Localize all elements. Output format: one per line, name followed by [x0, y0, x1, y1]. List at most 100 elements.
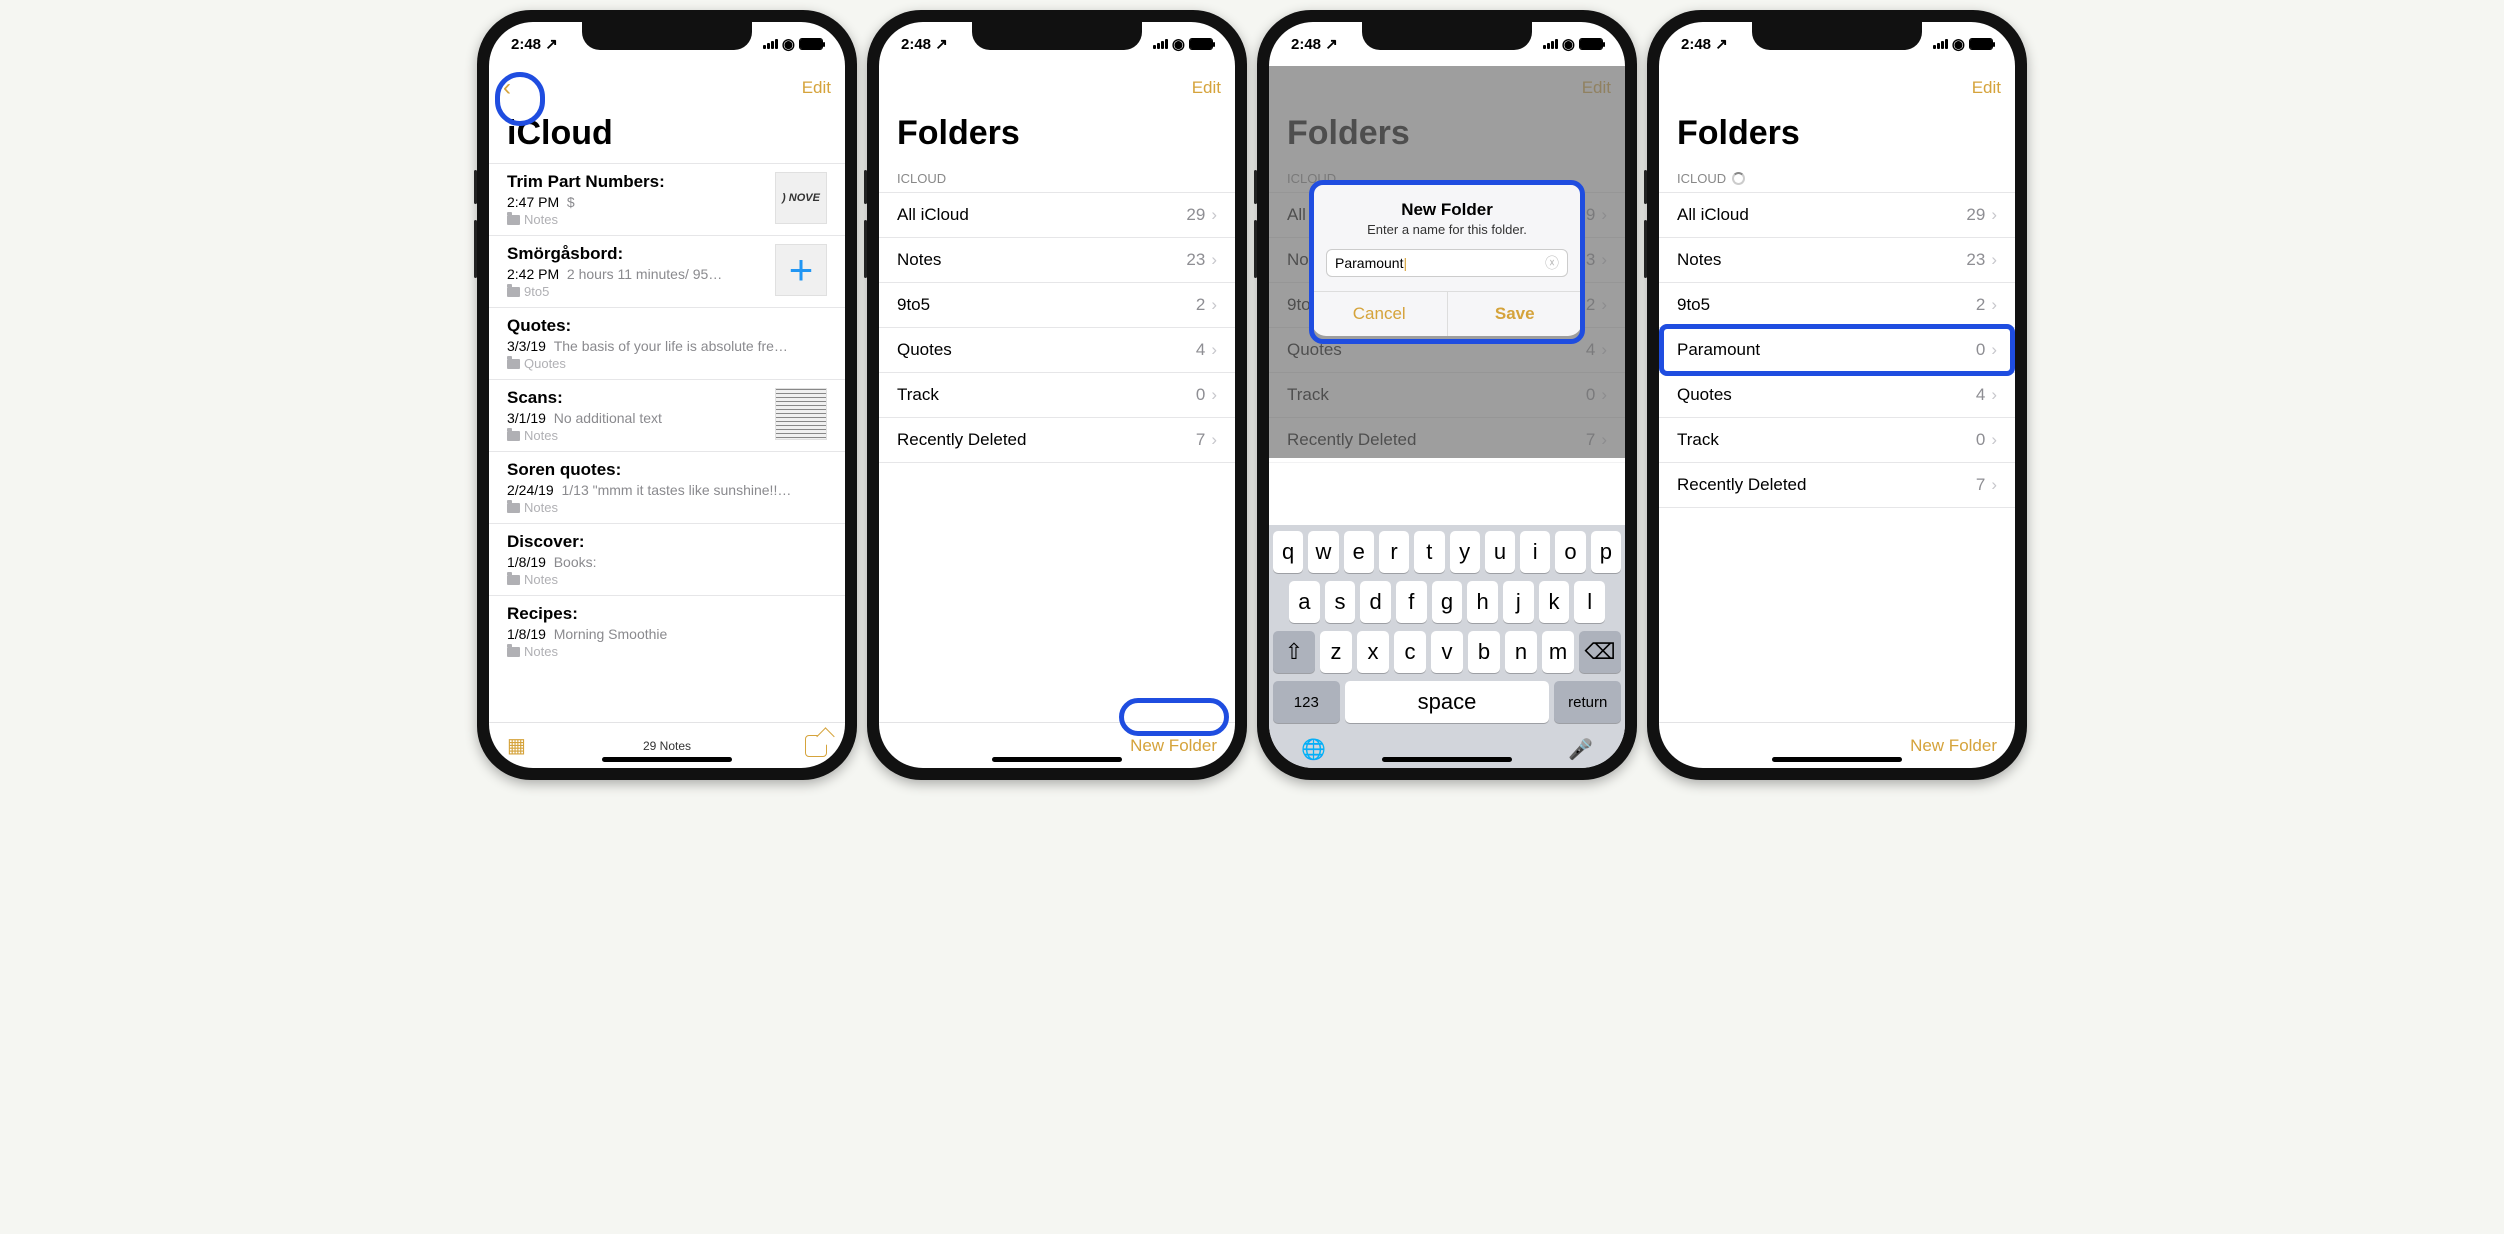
key-shift[interactable]: ⇧	[1273, 631, 1315, 673]
folder-list[interactable]: All iCloud29›Notes23›9to52› Quotes 4 › Track…	[879, 192, 1235, 722]
home-indicator[interactable]	[1382, 757, 1512, 762]
key-return[interactable]: return	[1554, 681, 1621, 723]
folder-icon	[507, 647, 520, 657]
folder-row[interactable]: 9to52›	[1659, 282, 2015, 327]
edit-button[interactable]: Edit	[1972, 78, 2001, 98]
key-n[interactable]: n	[1505, 631, 1537, 673]
key-i[interactable]: i	[1520, 531, 1550, 573]
folder-row[interactable]: Recently Deleted7›	[1659, 462, 2015, 508]
wifi-icon: ◉	[1562, 35, 1575, 53]
note-item[interactable]: Soren quotes:2/24/19 1/13 "mmm it tastes…	[489, 451, 845, 523]
wifi-icon: ◉	[1172, 35, 1185, 53]
folder-name: Notes	[897, 250, 941, 270]
folder-row[interactable]: Notes23›	[879, 237, 1235, 282]
compose-button[interactable]	[805, 735, 827, 757]
key-k[interactable]: k	[1539, 581, 1570, 623]
folder-name: All iCloud	[1677, 205, 1749, 225]
notes-count: 29 Notes	[489, 739, 845, 753]
key-e[interactable]: e	[1344, 531, 1374, 573]
key-w[interactable]: w	[1308, 531, 1338, 573]
note-item[interactable]: Discover:1/8/19 Books:Notes	[489, 523, 845, 595]
folder-row[interactable]: 9to52›	[879, 282, 1235, 327]
note-subtitle: 3/3/19 The basis of your life is absolut…	[507, 338, 827, 354]
key-x[interactable]: x	[1357, 631, 1389, 673]
folder-row[interactable]: Quotes4›	[879, 327, 1235, 372]
key-space[interactable]: space	[1345, 681, 1550, 723]
folder-row[interactable]: Recently Deleted7›	[879, 417, 1235, 463]
chevron-right-icon: ›	[1991, 430, 1997, 450]
new-folder-button[interactable]: New Folder	[1910, 736, 1997, 756]
home-indicator[interactable]	[992, 757, 1122, 762]
nav-bar: Edit	[1659, 66, 2015, 110]
key-p[interactable]: p	[1591, 531, 1621, 573]
key-l[interactable]: l	[1574, 581, 1605, 623]
folder-icon	[507, 359, 520, 369]
note-folder: Notes	[507, 572, 827, 587]
key-t[interactable]: t	[1414, 531, 1444, 573]
key-z[interactable]: z	[1320, 631, 1352, 673]
chevron-right-icon: ›	[1211, 430, 1217, 450]
new-folder-button[interactable]: New Folder	[1130, 736, 1217, 756]
note-item[interactable]: Smörgåsbord:2:42 PM 2 hours 11 minutes/ …	[489, 235, 845, 307]
key-numbers[interactable]: 123	[1273, 681, 1340, 723]
key-g[interactable]: g	[1432, 581, 1463, 623]
home-indicator[interactable]	[602, 757, 732, 762]
note-item[interactable]: Quotes:3/3/19 The basis of your life is …	[489, 307, 845, 379]
folder-list[interactable]: All iCloud29›Notes23›9to52›Paramount0›Qu…	[1659, 192, 2015, 722]
keyboard[interactable]: qwertyuiop asdfghjkl ⇧zxcvbnm⌫ 123 space…	[1269, 525, 1625, 768]
folder-icon	[507, 503, 520, 513]
signal-icon	[1543, 39, 1558, 49]
key-a[interactable]: a	[1289, 581, 1320, 623]
folder-row[interactable]: Quotes4›	[1659, 372, 2015, 417]
folder-name: Quotes	[897, 340, 952, 360]
battery-icon	[1579, 38, 1603, 50]
folder-count: 4	[1196, 340, 1205, 360]
note-folder: Notes	[507, 428, 767, 443]
chevron-right-icon: ›	[1991, 475, 1997, 495]
key-backspace[interactable]: ⌫	[1579, 631, 1621, 673]
phone-2: 2:48 ↗ ◉ Edit Folders ICLOUD All iCloud2…	[867, 10, 1247, 780]
key-m[interactable]: m	[1542, 631, 1574, 673]
key-y[interactable]: y	[1450, 531, 1480, 573]
globe-icon[interactable]: 🌐	[1301, 737, 1326, 762]
note-subtitle: 3/1/19 No additional text	[507, 410, 767, 426]
folder-count: 7	[1976, 475, 1985, 495]
folder-name: Quotes	[1677, 385, 1732, 405]
folder-name: All iCloud	[897, 205, 969, 225]
key-c[interactable]: c	[1394, 631, 1426, 673]
folder-count: 0	[1196, 385, 1205, 405]
folder-name: Notes	[1677, 250, 1721, 270]
chevron-right-icon: ›	[1991, 340, 1997, 360]
key-b[interactable]: b	[1468, 631, 1500, 673]
edit-button[interactable]: Edit	[1192, 78, 1221, 98]
key-v[interactable]: v	[1431, 631, 1463, 673]
folder-count: 7	[1196, 430, 1205, 450]
folder-row[interactable]: Track0›	[1659, 417, 2015, 462]
folder-row[interactable]: All iCloud29›	[1659, 192, 2015, 237]
key-h[interactable]: h	[1467, 581, 1498, 623]
key-o[interactable]: o	[1555, 531, 1585, 573]
mic-icon[interactable]: 🎤	[1568, 737, 1593, 762]
home-indicator[interactable]	[1772, 757, 1902, 762]
key-u[interactable]: u	[1485, 531, 1515, 573]
note-folder: Notes	[507, 500, 827, 515]
folder-row[interactable]: Paramount0›	[1659, 327, 2015, 372]
note-title: Soren quotes:	[507, 460, 827, 480]
highlight-newfolder	[1119, 698, 1229, 736]
folder-row[interactable]: All iCloud29›	[879, 192, 1235, 237]
key-j[interactable]: j	[1503, 581, 1534, 623]
key-s[interactable]: s	[1325, 581, 1356, 623]
note-subtitle: 1/8/19 Books:	[507, 554, 827, 570]
notes-list[interactable]: Trim Part Numbers:2:47 PM $Notes) NOVESm…	[489, 163, 845, 722]
key-r[interactable]: r	[1379, 531, 1409, 573]
key-d[interactable]: d	[1360, 581, 1391, 623]
key-q[interactable]: q	[1273, 531, 1303, 573]
folder-row[interactable]: Notes23›	[1659, 237, 2015, 282]
chevron-right-icon: ›	[1211, 205, 1217, 225]
note-item[interactable]: Trim Part Numbers:2:47 PM $Notes) NOVE	[489, 163, 845, 235]
note-item[interactable]: Recipes:1/8/19 Morning SmoothieNotes	[489, 595, 845, 667]
edit-button[interactable]: Edit	[802, 78, 831, 98]
key-f[interactable]: f	[1396, 581, 1427, 623]
folder-row[interactable]: Track0›	[879, 372, 1235, 417]
note-item[interactable]: Scans:3/1/19 No additional textNotes	[489, 379, 845, 451]
